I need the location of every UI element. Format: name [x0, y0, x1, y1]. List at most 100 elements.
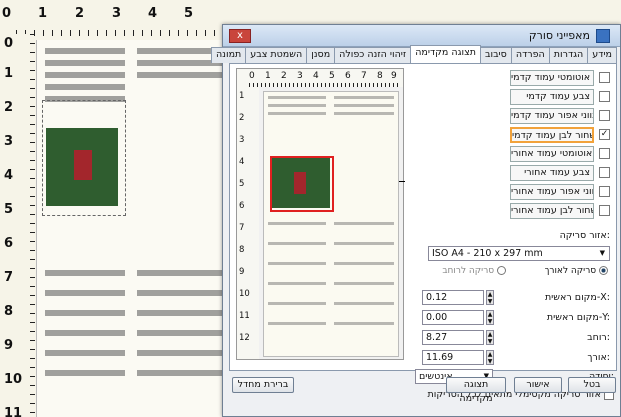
- ruler-number: 2: [4, 100, 14, 115]
- image-row-label[interactable]: גווני אפור עמוד קדמי: [510, 108, 594, 124]
- cancel-button[interactable]: בטל: [568, 377, 616, 393]
- preview-button[interactable]: תצוגה מקדימה: [446, 377, 506, 404]
- ruler-number: 3: [297, 71, 303, 81]
- x-origin-input[interactable]: 0.12: [422, 290, 484, 305]
- image-row-label[interactable]: שחור לבן עמוד אחורי: [510, 203, 594, 219]
- image-row[interactable]: גווני אפור עמוד קדמי: [410, 108, 610, 124]
- scan-area-label: אזור סריקה:: [559, 230, 610, 241]
- tab-filter[interactable]: מסנן: [306, 47, 336, 63]
- ok-button[interactable]: אישור: [514, 377, 562, 393]
- image-row-label[interactable]: צבע אוטומטי עמוד אחורי: [510, 146, 594, 162]
- ruler-number: 11: [4, 406, 23, 417]
- image-row[interactable]: צבע אוטומטי עמוד אחורי: [410, 146, 610, 162]
- image-row-checkbox[interactable]: [599, 91, 610, 102]
- text-line: [268, 222, 326, 225]
- image-row-checkbox[interactable]: [599, 167, 610, 178]
- tab-separation[interactable]: הפרדה: [510, 47, 550, 63]
- tab-color-dropout[interactable]: השמטת צבע: [245, 47, 308, 63]
- tab-preview[interactable]: תצוגה מקדימה: [410, 45, 481, 63]
- image-row-label[interactable]: צבע עמוד אחורי: [510, 165, 594, 181]
- image-row-label[interactable]: צבע עמוד קדמי: [510, 89, 594, 105]
- length-input[interactable]: 11.69: [422, 350, 484, 365]
- y-origin-input[interactable]: 0.00: [422, 310, 484, 325]
- image-type-list: צבע אוטומטי עמוד קדמי צבע עמוד קדמי גוונ…: [410, 70, 610, 222]
- image-row[interactable]: צבע עמוד קדמי: [410, 89, 610, 105]
- crop-selection-box[interactable]: [42, 100, 126, 216]
- image-row[interactable]: צבע עמוד אחורי: [410, 165, 610, 181]
- width-spinner[interactable]: ▲ ▼: [486, 330, 494, 345]
- y-origin-spinner[interactable]: ▲ ▼: [486, 310, 494, 325]
- image-row-label[interactable]: שחור לבן עמוד קדמי: [510, 127, 594, 143]
- tab-settings[interactable]: הגדרות: [548, 47, 589, 63]
- text-line: [45, 270, 125, 276]
- ruler-number: 4: [239, 157, 245, 167]
- length-spinner[interactable]: ▲ ▼: [486, 350, 494, 365]
- image-row-checkbox[interactable]: [599, 186, 610, 197]
- radio-portrait-dot[interactable]: [599, 266, 608, 275]
- ruler-number: 7: [239, 223, 245, 233]
- text-line: [268, 104, 326, 107]
- image-row-label[interactable]: צבע אוטומטי עמוד קדמי: [510, 70, 594, 86]
- preview-page: [263, 91, 399, 357]
- ruler-number: 2: [75, 6, 85, 21]
- text-line: [45, 310, 125, 316]
- image-row[interactable]: גווני אפור עמוד אחורי: [410, 184, 610, 200]
- x-origin-spinner[interactable]: ▲ ▼: [486, 290, 494, 305]
- ruler-number: 7: [4, 270, 14, 285]
- ruler-ticks: [249, 83, 399, 87]
- image-row-checkbox-checked[interactable]: ✓: [599, 129, 610, 140]
- tab-double-feed[interactable]: זיהוי הזנה כפולה: [334, 47, 412, 63]
- top-ruler: 0 1 2 3 4 5: [0, 0, 230, 36]
- ruler-number: 1: [239, 91, 245, 101]
- image-row-label[interactable]: גווני אפור עמוד אחורי: [510, 184, 594, 200]
- ruler-number: 3: [4, 134, 14, 149]
- text-line: [334, 242, 394, 245]
- tab-image[interactable]: תמונה: [210, 47, 247, 63]
- width-label: רוחב:: [587, 332, 610, 343]
- text-line: [137, 290, 227, 296]
- tab-rotation[interactable]: סיבוב: [479, 47, 512, 63]
- preview-top-ruler: 0 1 2 3 4 5 6 7 8 9: [237, 69, 403, 87]
- ruler-number: 6: [4, 236, 14, 251]
- tab-info[interactable]: מידע: [587, 47, 617, 63]
- text-line: [268, 322, 326, 325]
- text-line: [334, 222, 394, 225]
- ruler-number: 0: [4, 36, 14, 51]
- ruler-number: 2: [281, 71, 287, 81]
- ruler-number: 5: [329, 71, 335, 81]
- ruler-number: 7: [361, 71, 367, 81]
- image-row[interactable]: צבע אוטומטי עמוד קדמי: [410, 70, 610, 86]
- image-row-checkbox[interactable]: [599, 148, 610, 159]
- image-row[interactable]: ✓ שחור לבן עמוד קדמי: [410, 127, 610, 143]
- radio-portrait[interactable]: סריקה לאורך: [545, 266, 608, 276]
- radio-landscape-label: סריקה לרוחב: [442, 266, 495, 276]
- close-button[interactable]: x: [229, 29, 251, 43]
- radio-landscape-dot[interactable]: [497, 266, 506, 275]
- ruler-number: 12: [239, 333, 250, 343]
- image-row[interactable]: שחור לבן עמוד אחורי: [410, 203, 610, 219]
- text-line: [137, 350, 227, 356]
- preview-selection-frame[interactable]: [270, 156, 334, 212]
- radio-landscape[interactable]: סריקה לרוחב: [442, 266, 506, 276]
- ruler-number: 2: [239, 113, 245, 123]
- preview-left-ruler: 1 2 3 4 5 6 7 8 9 10 11 12: [237, 87, 259, 359]
- width-input[interactable]: 8.27: [422, 330, 484, 345]
- text-line: [45, 330, 125, 336]
- default-button[interactable]: ברירת מחדל: [232, 377, 294, 393]
- image-row-checkbox[interactable]: [599, 110, 610, 121]
- scan-area-select[interactable]: ISO A4 - 210 x 297 mm ▼: [428, 246, 610, 261]
- ruler-number: 4: [313, 71, 319, 81]
- radio-portrait-label: סריקה לאורך: [544, 266, 597, 276]
- text-line: [334, 96, 394, 99]
- image-row-checkbox[interactable]: [599, 205, 610, 216]
- text-line: [137, 310, 227, 316]
- ruler-number: 0: [249, 71, 255, 81]
- preview-area[interactable]: 0 1 2 3 4 5 6 7 8 9 1 2 3 4 5 6 7 8 9 10…: [236, 68, 405, 360]
- ruler-number: 1: [4, 66, 14, 81]
- image-row-checkbox[interactable]: [599, 72, 610, 83]
- text-line: [268, 112, 326, 115]
- text-line: [45, 290, 125, 296]
- dialog-titlebar: x מאפייני סורק: [223, 25, 620, 47]
- text-line: [45, 60, 125, 66]
- ruler-number: 5: [184, 6, 194, 21]
